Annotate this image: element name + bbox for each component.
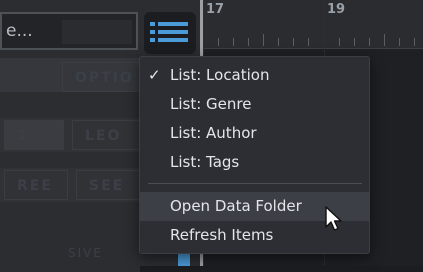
menu-item-list-location[interactable]: ✓ List: Location	[140, 61, 369, 90]
search-input-value: e...	[6, 21, 33, 41]
tag-button[interactable]: SEE	[76, 170, 140, 200]
tag-button[interactable]: 1	[4, 120, 64, 150]
tag-button-label: REE	[17, 178, 53, 194]
menu-item-label: List: Tags	[170, 153, 240, 171]
tag-button[interactable]: LEO	[72, 120, 140, 150]
panel-row: 1 LEO	[0, 118, 140, 152]
ruler-ticks	[203, 34, 415, 46]
list-view-button[interactable]	[144, 12, 196, 54]
tag-button[interactable]: REE	[4, 170, 68, 200]
menu-item-label: List: Genre	[170, 95, 252, 113]
list-icon	[150, 22, 188, 42]
tag-button-label: LEO	[85, 128, 122, 144]
bar-number: 17	[206, 2, 225, 17]
menu-item-list-author[interactable]: List: Author	[140, 119, 369, 148]
options-button-label: OPTIO	[75, 70, 134, 86]
menu-item-list-genre[interactable]: List: Genre	[140, 90, 369, 119]
panel-row: OPTIO	[0, 58, 146, 92]
mouse-pointer-icon	[325, 206, 342, 231]
menu-item-label: List: Location	[170, 66, 270, 84]
options-button[interactable]: OPTIO	[62, 62, 146, 92]
menu-item-label: Open Data Folder	[170, 197, 302, 215]
bar-number: 19	[327, 2, 346, 17]
tag-button[interactable]: SIVE	[56, 238, 140, 266]
menu-item-list-tags[interactable]: List: Tags	[140, 148, 369, 177]
timeline-ruler[interactable]: 17 19	[203, 0, 423, 49]
tag-button-label: 1	[17, 128, 29, 144]
checkmark-icon: ✓	[148, 66, 161, 84]
tag-button-label: SEE	[89, 178, 125, 194]
tag-button-label: SIVE	[68, 246, 103, 260]
menu-item-label: Refresh Items	[170, 226, 274, 244]
search-input[interactable]: e...	[0, 12, 138, 50]
panel-row: REE SEE	[0, 168, 140, 202]
menu-item-label: List: Author	[170, 124, 257, 142]
panel-row: SIVE	[0, 238, 140, 272]
menu-separator	[148, 183, 362, 184]
search-clear-area	[62, 20, 132, 44]
